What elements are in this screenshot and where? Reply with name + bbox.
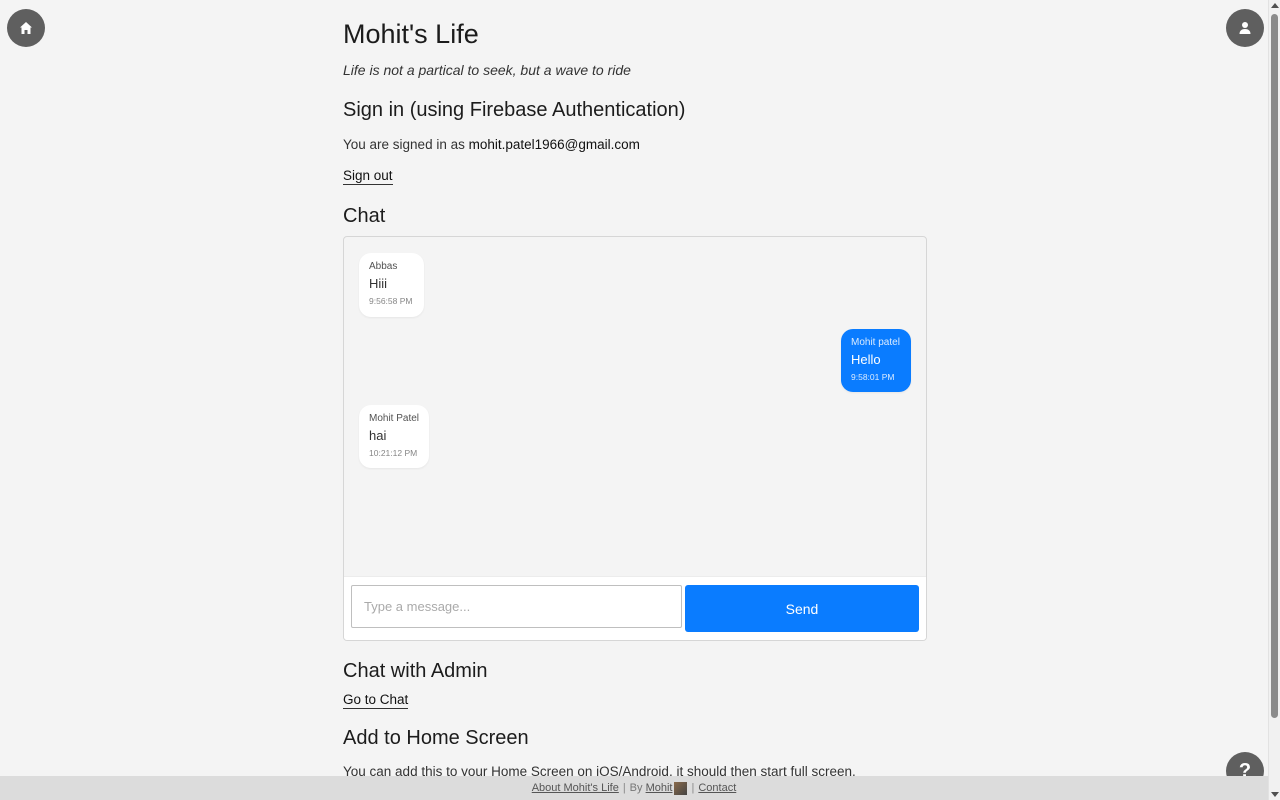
scrollbar-thumb[interactable]	[1271, 14, 1278, 718]
message-time: 9:56:58 PM	[369, 296, 413, 306]
scroll-down-icon[interactable]	[1271, 792, 1279, 797]
page-title: Mohit's Life	[343, 19, 479, 49]
go-to-chat-link[interactable]: Go to Chat	[343, 692, 409, 709]
message-text: hai	[369, 428, 387, 443]
contact-link[interactable]: Contact	[698, 782, 736, 794]
avatar	[674, 781, 688, 795]
author-link[interactable]: Mohit	[646, 782, 673, 794]
admin-chat-heading: Chat with Admin	[343, 660, 488, 682]
message-time: 10:21:12 PM	[369, 448, 418, 458]
home-icon	[20, 22, 32, 34]
signin-heading: Sign in (using Firebase Authentication)	[343, 99, 686, 121]
user-button[interactable]	[1226, 9, 1264, 47]
chat-panel: Abbas Hiii 9:56:58 PM Mohit patel Hello …	[343, 236, 927, 641]
footer-by-label: By	[629, 782, 643, 794]
chat-message: Abbas Hiii 9:56:58 PM	[359, 253, 424, 317]
message-sender: Mohit patel	[851, 337, 900, 348]
chat-message: Mohit Patel hai 10:21:12 PM	[359, 405, 429, 468]
signed-in-prefix: You are signed in as	[343, 137, 465, 152]
home-screen-heading: Add to Home Screen	[343, 727, 529, 749]
signed-in-status: You are signed in as mohit.patel1966@gma…	[343, 137, 640, 152]
page-scrollbar[interactable]	[1268, 0, 1280, 800]
chat-message: Mohit patel Hello 9:58:01 PM	[841, 329, 911, 392]
scroll-up-icon[interactable]	[1271, 3, 1279, 8]
message-composer: Send	[344, 576, 926, 640]
user-icon	[1239, 22, 1251, 34]
chat-heading: Chat	[343, 205, 386, 227]
signed-in-email: mohit.patel1966@gmail.com	[468, 137, 640, 152]
message-text: Hiii	[369, 276, 388, 291]
send-button[interactable]: Send	[685, 585, 919, 632]
message-sender: Abbas	[369, 261, 398, 272]
signout-link[interactable]: Sign out	[343, 168, 393, 185]
message-sender: Mohit Patel	[369, 413, 420, 424]
message-time: 9:58:01 PM	[851, 372, 895, 382]
site-tagline: Life is not a partical to seek, but a wa…	[343, 62, 631, 78]
footer-divider: |	[691, 782, 695, 794]
footer-divider: |	[622, 782, 626, 794]
about-link[interactable]: About Mohit's Life	[532, 782, 619, 794]
message-text: Hello	[851, 352, 881, 367]
home-button[interactable]	[7, 9, 45, 47]
footer: About Mohit's Life | By Mohit | Contact	[0, 776, 1268, 800]
message-input[interactable]	[351, 585, 682, 628]
